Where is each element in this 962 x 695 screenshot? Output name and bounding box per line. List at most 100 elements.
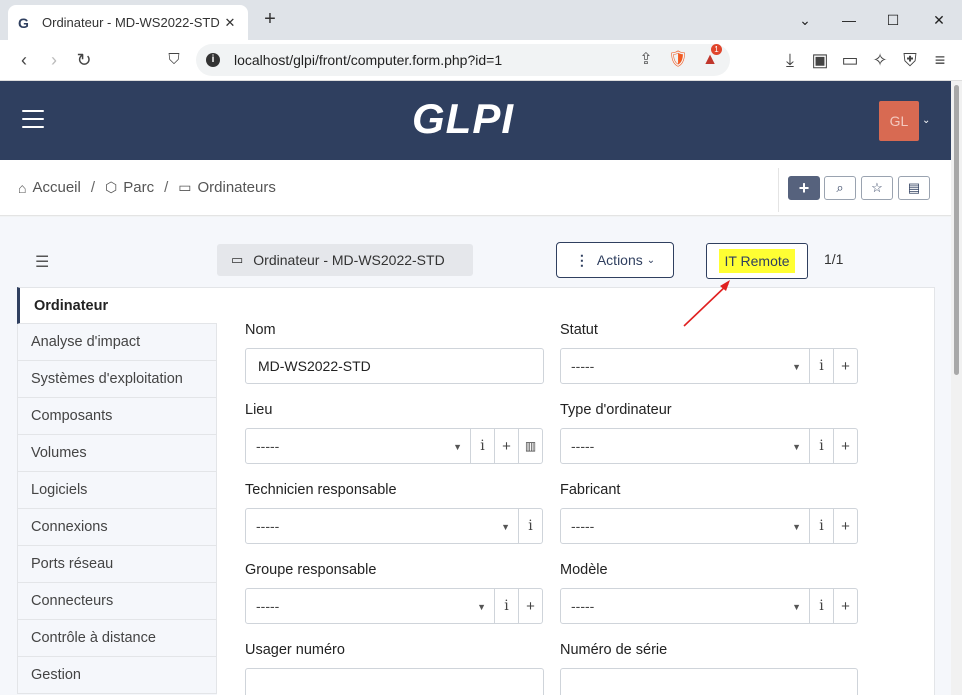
tab-software[interactable]: Logiciels [17,472,217,509]
site-info-icon[interactable]: i [206,53,220,67]
actions-label: Actions [596,252,643,268]
brave-shields-icon[interactable]: 🛡 [666,48,690,72]
sidebar-icon[interactable]: ▣ [808,48,832,72]
reload-icon[interactable]: ↻ [72,48,96,72]
serie-input[interactable] [560,668,858,695]
actions-button[interactable]: ⋮ Actions ⌄ [556,242,674,278]
technician-dropdown[interactable]: ----- ▼ [245,508,519,544]
map-icon[interactable]: ▥ [519,428,543,464]
lieu-dropdown[interactable]: ----- ▼ [245,428,471,464]
add-button[interactable]: + [788,176,820,200]
tab-management[interactable]: Gestion [17,657,217,694]
chevron-down-icon[interactable]: ⌄ [922,115,930,126]
breadcrumb-bar: ⌂ Accueil / ⬡ Parc / ▭ Ordinateurs + ⌕ ☆… [0,160,951,216]
info-icon[interactable]: i [471,428,495,464]
glpi-header: GLPI GL ⌄ [0,81,951,160]
tab-search-icon[interactable]: ⌄ [782,0,828,40]
search-button[interactable]: ⌕ [824,176,856,200]
maximize-button[interactable]: ☐ [870,0,916,40]
menu-icon[interactable]: ≡ [928,48,952,72]
tab-volumes[interactable]: Volumes [17,435,217,472]
item-tabs: Ordinateur Analyse d'impact Systèmes d'e… [17,287,217,694]
type-select: ----- ▼ i + [560,428,858,464]
close-tab-icon[interactable]: ✕ [222,15,238,31]
it-remote-button[interactable]: IT Remote [706,243,808,279]
usager-input[interactable] [245,668,544,695]
tab-operating-systems[interactable]: Systèmes d'exploitation [17,361,217,398]
tab-connections[interactable]: Connexions [17,509,217,546]
scrollbar-thumb[interactable] [954,85,959,375]
tab-impact-analysis[interactable]: Analyse d'impact [17,324,217,361]
breadcrumb-separator: / [90,179,95,196]
nom-input[interactable]: MD-WS2022-STD [245,348,544,384]
user-avatar[interactable]: GL [879,101,919,141]
groupe-label: Groupe responsable [245,562,377,578]
templates-button[interactable]: ▤ [898,176,930,200]
page-scrollbar[interactable] [951,81,962,695]
bookmark-icon[interactable]: ⛉ [162,48,186,72]
new-tab-button[interactable]: + [258,8,282,32]
home-icon: ⌂ [18,179,27,196]
more-vertical-icon: ⋮ [574,251,589,268]
add-icon[interactable]: + [834,348,858,384]
it-remote-label: IT Remote [719,249,795,273]
breadcrumb-computers[interactable]: Ordinateurs [197,179,275,196]
statut-dropdown[interactable]: ----- ▼ [560,348,810,384]
tab-network-ports[interactable]: Ports réseau [17,546,217,583]
breadcrumb-home[interactable]: Accueil [32,179,80,196]
vpn-icon[interactable]: ⛨ [898,48,922,72]
info-icon[interactable]: i [810,428,834,464]
add-icon[interactable]: + [495,428,519,464]
browser-tab[interactable]: G Ordinateur - MD-WS2022-STD - ✕ [8,5,248,40]
wallet-icon[interactable]: ▭ [838,48,862,72]
bookmark-search-button[interactable]: ☆ [861,176,893,200]
breadcrumb-separator: / [164,179,169,196]
hamburger-menu-icon[interactable] [22,110,44,128]
statut-select: ----- ▼ i + [560,348,858,384]
modele-select: ----- ▼ i + [560,588,858,624]
technician-select: ----- ▼ i [245,508,543,544]
info-icon[interactable]: i [810,588,834,624]
share-icon[interactable]: ⇪ [634,48,658,72]
item-title: ▭ Ordinateur - MD-WS2022-STD [217,244,473,276]
type-dropdown[interactable]: ----- ▼ [560,428,810,464]
lieu-select: ----- ▼ i + ▥ [245,428,543,464]
add-icon[interactable]: + [519,588,543,624]
item-title-text: Ordinateur - MD-WS2022-STD [253,252,445,268]
box-icon: ⬡ [105,179,118,195]
glpi-logo[interactable]: GLPI [412,95,514,143]
groupe-dropdown[interactable]: ----- ▼ [245,588,495,624]
minimize-button[interactable]: — [826,0,872,40]
laptop-icon: ▭ [231,252,244,267]
leo-ai-icon[interactable]: ✧ [868,48,892,72]
computer-form: Nom MD-WS2022-STD Statut ----- ▼ i + Lieu… [217,287,935,695]
url-field[interactable]: i localhost/glpi/front/computer.form.php… [196,44,730,76]
add-icon[interactable]: + [834,508,858,544]
fabricant-select: ----- ▼ i + [560,508,858,544]
brave-rewards-icon[interactable]: ▲ 1 [698,44,722,72]
add-icon[interactable]: + [834,588,858,624]
browser-tab-bar: G Ordinateur - MD-WS2022-STD - ✕ + ⌄ — ☐… [0,0,962,40]
fabricant-dropdown[interactable]: ----- ▼ [560,508,810,544]
list-view-icon[interactable]: ☰ [35,252,49,272]
forward-icon[interactable]: › [42,48,66,72]
close-window-button[interactable]: ✕ [916,0,962,40]
glpi-favicon-icon: G [18,14,29,31]
info-icon[interactable]: i [810,508,834,544]
main-content: ☰ ▭ Ordinateur - MD-WS2022-STD ⋮ Actions… [0,217,951,695]
back-icon[interactable]: ‹ [12,48,36,72]
tab-ordinateur[interactable]: Ordinateur [17,287,217,324]
info-icon[interactable]: i [519,508,543,544]
modele-dropdown[interactable]: ----- ▼ [560,588,810,624]
add-icon[interactable]: + [834,428,858,464]
info-icon[interactable]: i [495,588,519,624]
breadcrumb-assets[interactable]: Parc [123,179,154,196]
tab-connectors[interactable]: Connecteurs [17,583,217,620]
usager-label: Usager numéro [245,642,345,658]
rewards-badge: 1 [711,44,722,55]
tab-remote-control[interactable]: Contrôle à distance [17,620,217,657]
info-icon[interactable]: i [810,348,834,384]
statut-label: Statut [560,322,598,338]
tab-components[interactable]: Composants [17,398,217,435]
download-icon[interactable]: ⤓ [778,48,802,72]
